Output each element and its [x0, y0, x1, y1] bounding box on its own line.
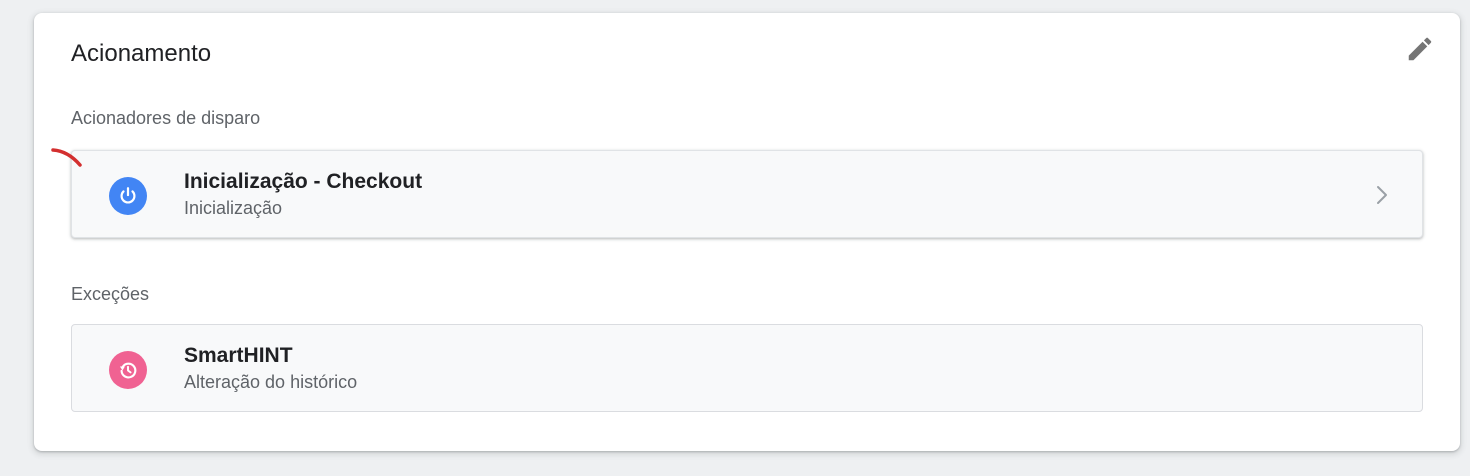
edit-button[interactable] — [1402, 33, 1438, 69]
firing-triggers-label: Acionadores de disparo — [71, 108, 261, 128]
trigger-name: SmartHINT — [184, 344, 293, 367]
trigger-row-smarthint[interactable]: SmartHINT Alteração do histórico — [71, 324, 1423, 412]
power-icon — [109, 177, 147, 215]
exceptions-label: Exceções — [71, 284, 150, 304]
chevron-right-icon — [1372, 183, 1392, 207]
trigger-type: Alteração do histórico — [184, 372, 358, 392]
red-annotation-mark — [51, 148, 82, 167]
trigger-name: Inicialização - Checkout — [184, 170, 423, 193]
trigger-row-initialization-checkout[interactable]: Inicialização - Checkout Inicialização — [71, 150, 1423, 238]
card-title: Acionamento — [71, 40, 212, 67]
history-icon — [109, 351, 147, 389]
pencil-icon — [1405, 34, 1435, 69]
triggering-card: Acionamento Acionadores de disparo Inici… — [34, 13, 1460, 451]
trigger-type: Inicialização — [184, 198, 283, 218]
